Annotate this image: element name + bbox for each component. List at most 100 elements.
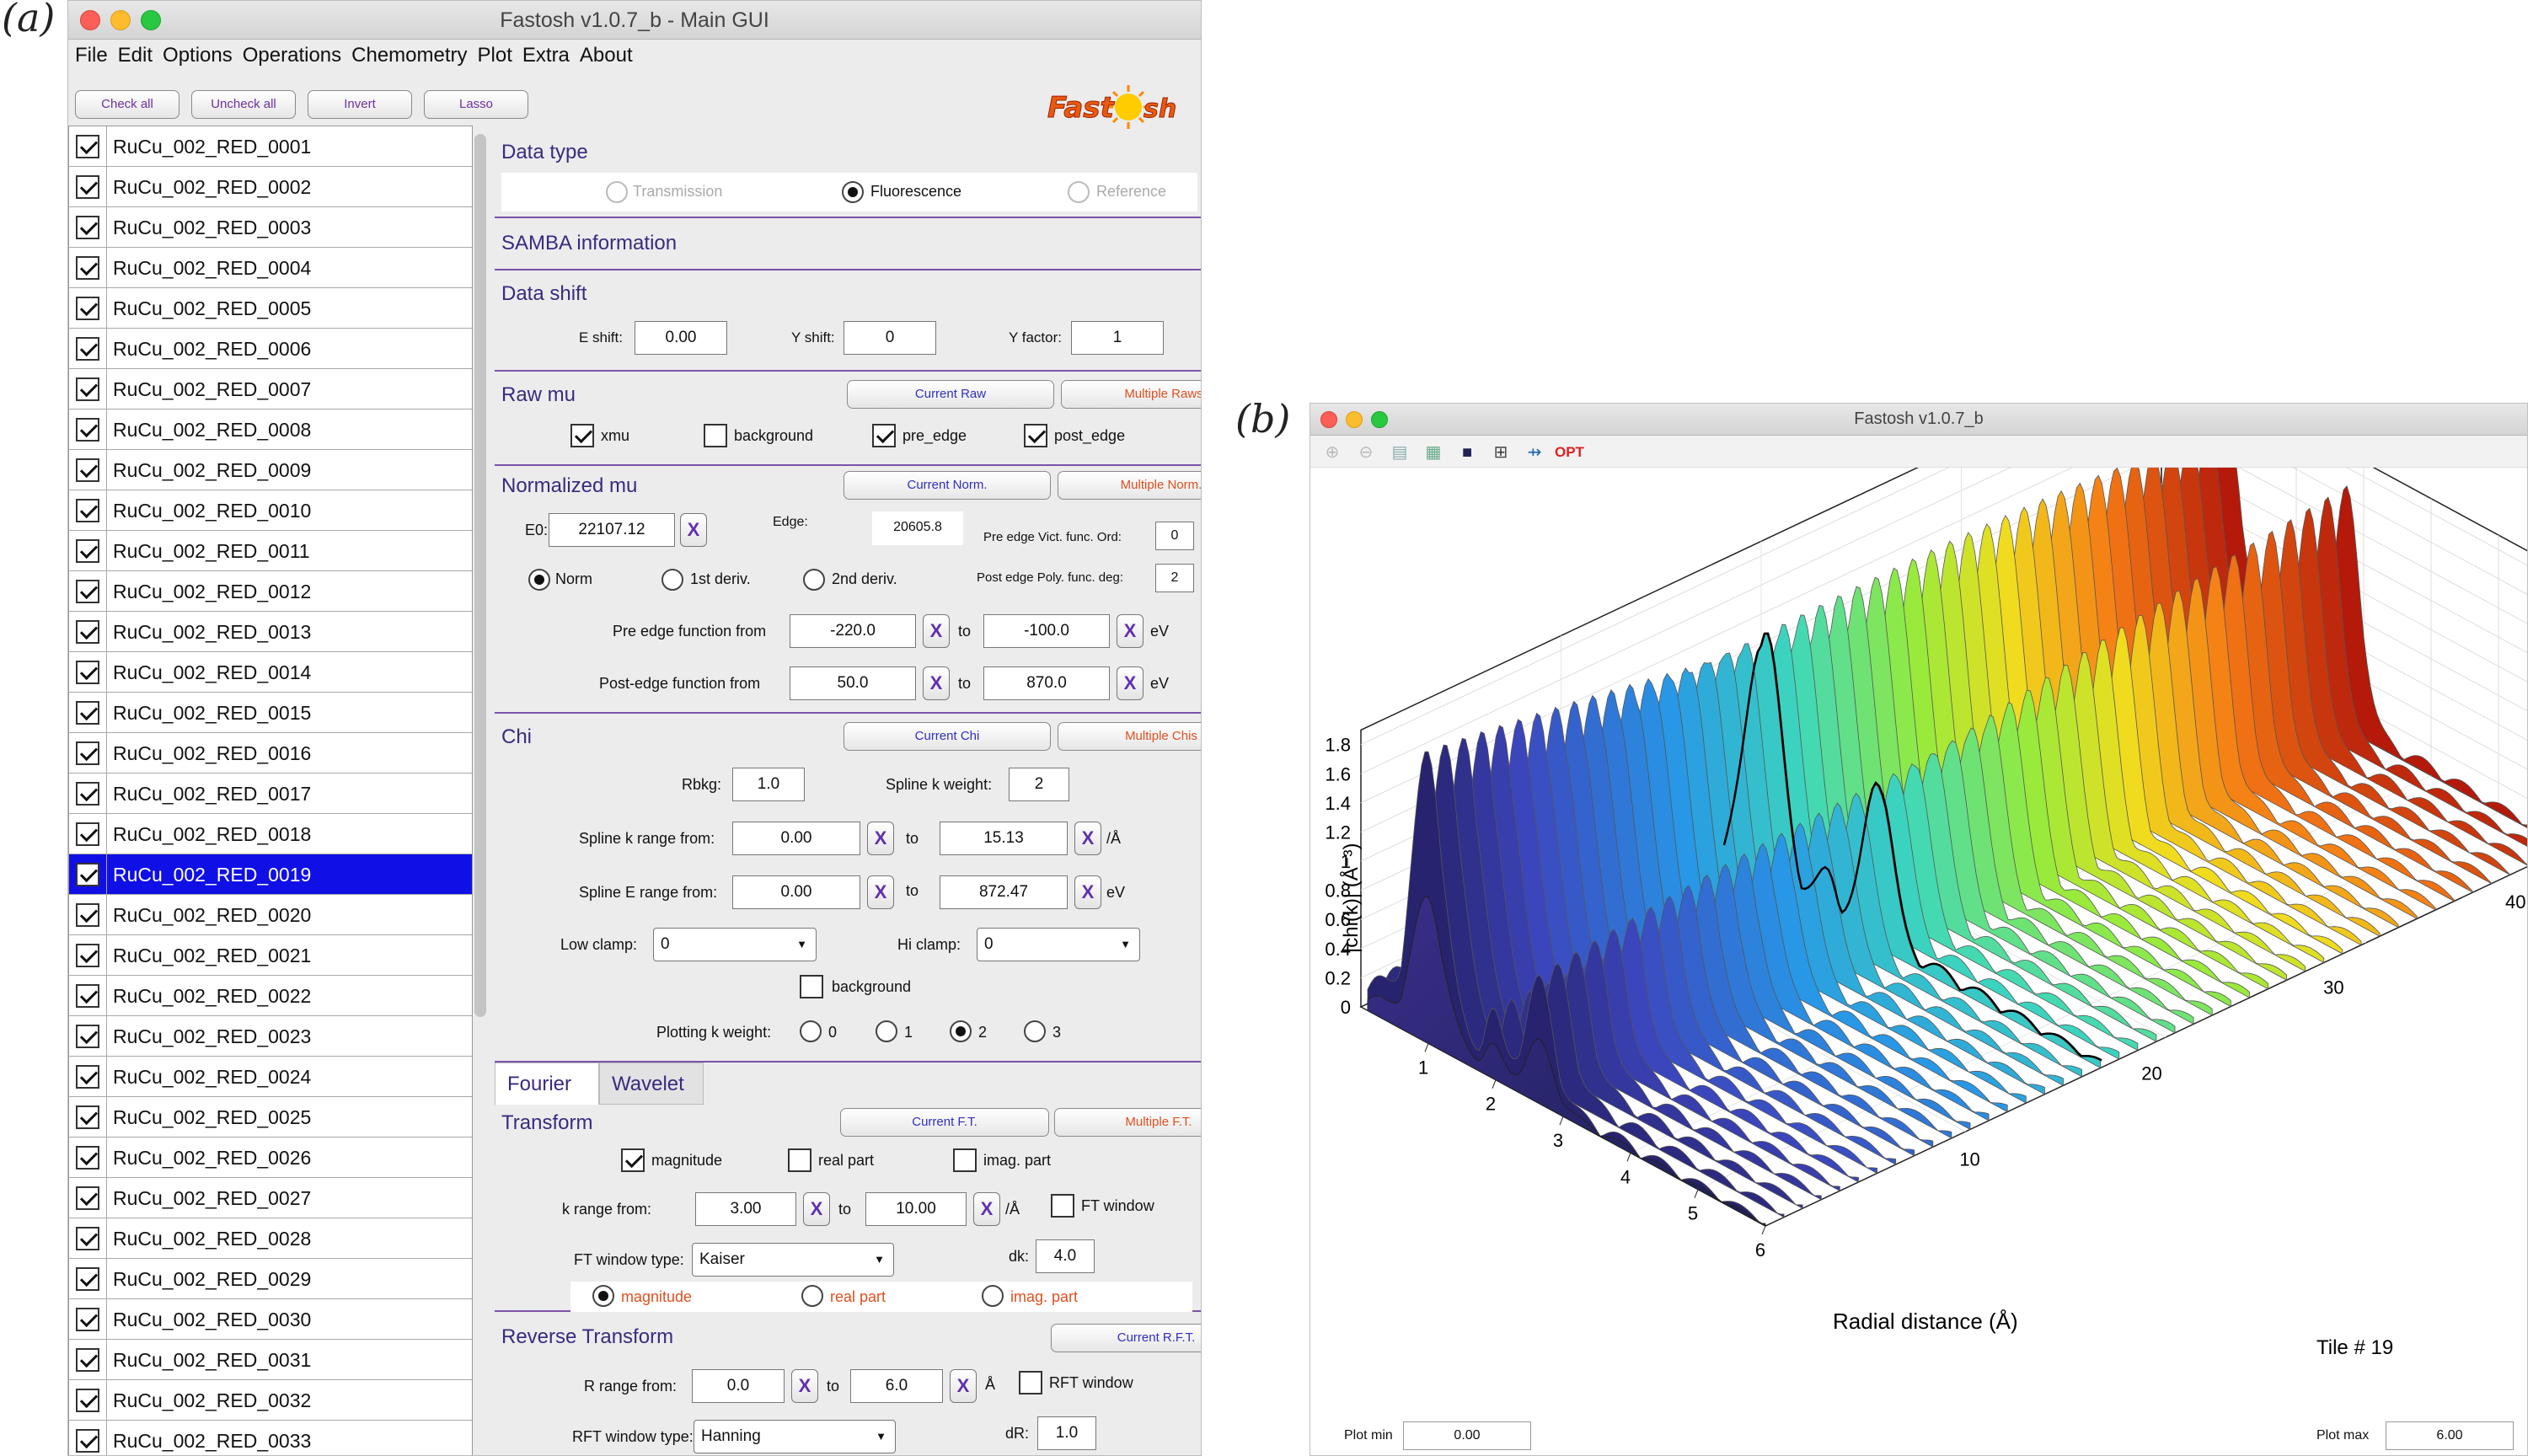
surface-plot[interactable]: 00.20.40.60.811.21.41.61.812345610203040… xyxy=(1310,468,2528,1403)
file-checkbox[interactable] xyxy=(76,984,99,1008)
spline-e-to-x-button[interactable]: X xyxy=(1074,875,1101,909)
file-checkbox[interactable] xyxy=(76,782,99,806)
file-list[interactable]: RuCu_002_RED_0001 RuCu_002_RED_0002 RuCu_0… xyxy=(68,126,473,1455)
file-checkbox[interactable] xyxy=(76,1348,99,1372)
spline-k-to-input[interactable]: 15.13 xyxy=(940,822,1068,855)
file-list-item[interactable]: RuCu_002_RED_0016 xyxy=(69,733,472,774)
file-checkbox[interactable] xyxy=(76,620,99,644)
low-clamp-select[interactable]: 0 xyxy=(653,928,817,961)
spline-k-to-x-button[interactable]: X xyxy=(1074,822,1101,855)
file-list-item[interactable]: RuCu_002_RED_0025 xyxy=(69,1097,472,1138)
multiple-chis-button[interactable]: Multiple Chis xyxy=(1058,722,1201,751)
file-checkbox[interactable] xyxy=(76,1267,99,1291)
xmu-checkbox[interactable] xyxy=(570,424,594,447)
file-checkbox[interactable] xyxy=(76,1227,99,1250)
file-list-item[interactable]: RuCu_002_RED_0006 xyxy=(69,329,472,369)
file-checkbox[interactable] xyxy=(76,903,99,927)
spline-k-weight-input[interactable]: 2 xyxy=(1009,768,1069,801)
e0-x-button[interactable]: X xyxy=(680,513,707,547)
file-checkbox[interactable] xyxy=(76,458,99,482)
file-list-item[interactable]: RuCu_002_RED_0030 xyxy=(69,1299,472,1340)
second-deriv-radio[interactable] xyxy=(803,569,825,591)
data-icon[interactable]: ▦ xyxy=(1423,442,1443,463)
spline-e-from-x-button[interactable]: X xyxy=(867,875,894,909)
file-checkbox[interactable] xyxy=(76,1389,99,1412)
background-checkbox[interactable] xyxy=(704,424,727,447)
y-factor-input[interactable]: 1 xyxy=(1071,321,1164,355)
uncheck-all-button[interactable]: Uncheck all xyxy=(191,90,296,119)
file-list-item[interactable]: RuCu_002_RED_0007 xyxy=(69,369,472,410)
r-range-to-input[interactable]: 6.0 xyxy=(850,1369,943,1403)
file-list-item[interactable]: RuCu_002_RED_0031 xyxy=(69,1340,472,1380)
file-list-item[interactable]: RuCu_002_RED_0021 xyxy=(69,935,472,976)
file-list-item[interactable]: RuCu_002_RED_0027 xyxy=(69,1178,472,1218)
multiple-ft-button[interactable]: Multiple F.T. xyxy=(1054,1108,1201,1137)
grid-toggle-icon[interactable]: ▤ xyxy=(1390,442,1410,463)
pre-edge-to-x-button[interactable]: X xyxy=(1117,614,1143,648)
file-list-item[interactable]: RuCu_002_RED_0018 xyxy=(69,814,472,854)
menu-file[interactable]: File xyxy=(75,40,108,72)
datatip-icon[interactable]: ⇸ xyxy=(1524,442,1545,463)
file-list-item[interactable]: RuCu_002_RED_0009 xyxy=(69,450,472,490)
file-list-item[interactable]: RuCu_002_RED_0019 xyxy=(69,854,472,895)
ft-window-type-select[interactable]: Kaiser xyxy=(692,1243,894,1277)
k-range-to-x-button[interactable]: X xyxy=(973,1192,1000,1226)
menu-edit[interactable]: Edit xyxy=(118,40,153,72)
current-rft-button[interactable]: Current R.F.T. xyxy=(1051,1324,1201,1352)
plot-max-input[interactable]: 6.00 xyxy=(2386,1421,2514,1450)
k-weight-1-radio[interactable] xyxy=(876,1020,897,1042)
e-shift-input[interactable]: 0.00 xyxy=(635,321,727,355)
file-checkbox[interactable] xyxy=(76,135,99,158)
menu-operations[interactable]: Operations xyxy=(243,40,341,72)
k-range-from-input[interactable]: 3.00 xyxy=(695,1192,796,1226)
invert-button[interactable]: Invert xyxy=(308,90,412,119)
save-icon[interactable]: ■ xyxy=(1457,442,1477,463)
transmission-radio[interactable] xyxy=(606,181,628,203)
pre-edge-checkbox[interactable] xyxy=(872,424,896,447)
file-list-item[interactable]: RuCu_002_RED_0012 xyxy=(69,571,472,612)
post-edge-from-input[interactable]: 50.0 xyxy=(790,666,916,700)
file-checkbox[interactable] xyxy=(76,377,99,401)
file-list-item[interactable]: RuCu_002_RED_0022 xyxy=(69,976,472,1016)
file-checkbox[interactable] xyxy=(76,1146,99,1170)
spline-e-from-input[interactable]: 0.00 xyxy=(732,875,860,909)
file-list-item[interactable]: RuCu_002_RED_0032 xyxy=(69,1380,472,1421)
current-norm-button[interactable]: Current Norm. xyxy=(844,471,1051,500)
file-checkbox[interactable] xyxy=(76,1065,99,1089)
post-edge-to-x-button[interactable]: X xyxy=(1117,666,1143,700)
file-list-item[interactable]: RuCu_002_RED_0003 xyxy=(69,207,472,248)
tab-wavelet[interactable]: Wavelet xyxy=(599,1063,704,1105)
file-list-item[interactable]: RuCu_002_RED_0005 xyxy=(69,288,472,329)
file-checkbox[interactable] xyxy=(76,175,99,199)
file-checkbox[interactable] xyxy=(76,1186,99,1210)
y-shift-input[interactable]: 0 xyxy=(844,321,936,355)
dk-input[interactable]: 4.0 xyxy=(1036,1239,1095,1273)
current-ft-button[interactable]: Current F.T. xyxy=(840,1108,1049,1137)
dr-input[interactable]: 1.0 xyxy=(1037,1416,1096,1450)
file-checkbox[interactable] xyxy=(76,418,99,442)
file-checkbox[interactable] xyxy=(76,741,99,765)
axes-grid-icon[interactable]: ⊞ xyxy=(1491,442,1511,463)
ft-window-checkbox[interactable] xyxy=(1051,1194,1074,1218)
tab-fourier[interactable]: Fourier xyxy=(495,1063,599,1105)
file-checkbox[interactable] xyxy=(76,1025,99,1048)
post-deg-input[interactable]: 2 xyxy=(1155,564,1194,592)
file-checkbox[interactable] xyxy=(76,863,99,886)
menu-about[interactable]: About xyxy=(580,40,633,72)
pre-ord-input[interactable]: 0 xyxy=(1155,522,1194,550)
zoom-out-icon[interactable]: ⊖ xyxy=(1356,442,1376,463)
file-checkbox[interactable] xyxy=(76,822,99,846)
k-weight-2-radio[interactable] xyxy=(950,1020,972,1042)
hi-clamp-select[interactable]: 0 xyxy=(977,928,1140,961)
post-edge-to-input[interactable]: 870.0 xyxy=(983,666,1110,700)
check-all-button[interactable]: Check all xyxy=(75,90,179,119)
file-checkbox[interactable] xyxy=(76,337,99,361)
k-range-to-input[interactable]: 10.00 xyxy=(865,1192,967,1226)
norm-radio[interactable] xyxy=(528,569,550,591)
file-list-item[interactable]: RuCu_002_RED_0008 xyxy=(69,410,472,450)
real-part-radio[interactable] xyxy=(801,1285,823,1307)
file-list-item[interactable]: RuCu_002_RED_0029 xyxy=(69,1259,472,1299)
current-raw-button[interactable]: Current Raw xyxy=(847,380,1054,409)
file-list-item[interactable]: RuCu_002_RED_0026 xyxy=(69,1138,472,1178)
post-edge-checkbox[interactable] xyxy=(1024,424,1047,447)
